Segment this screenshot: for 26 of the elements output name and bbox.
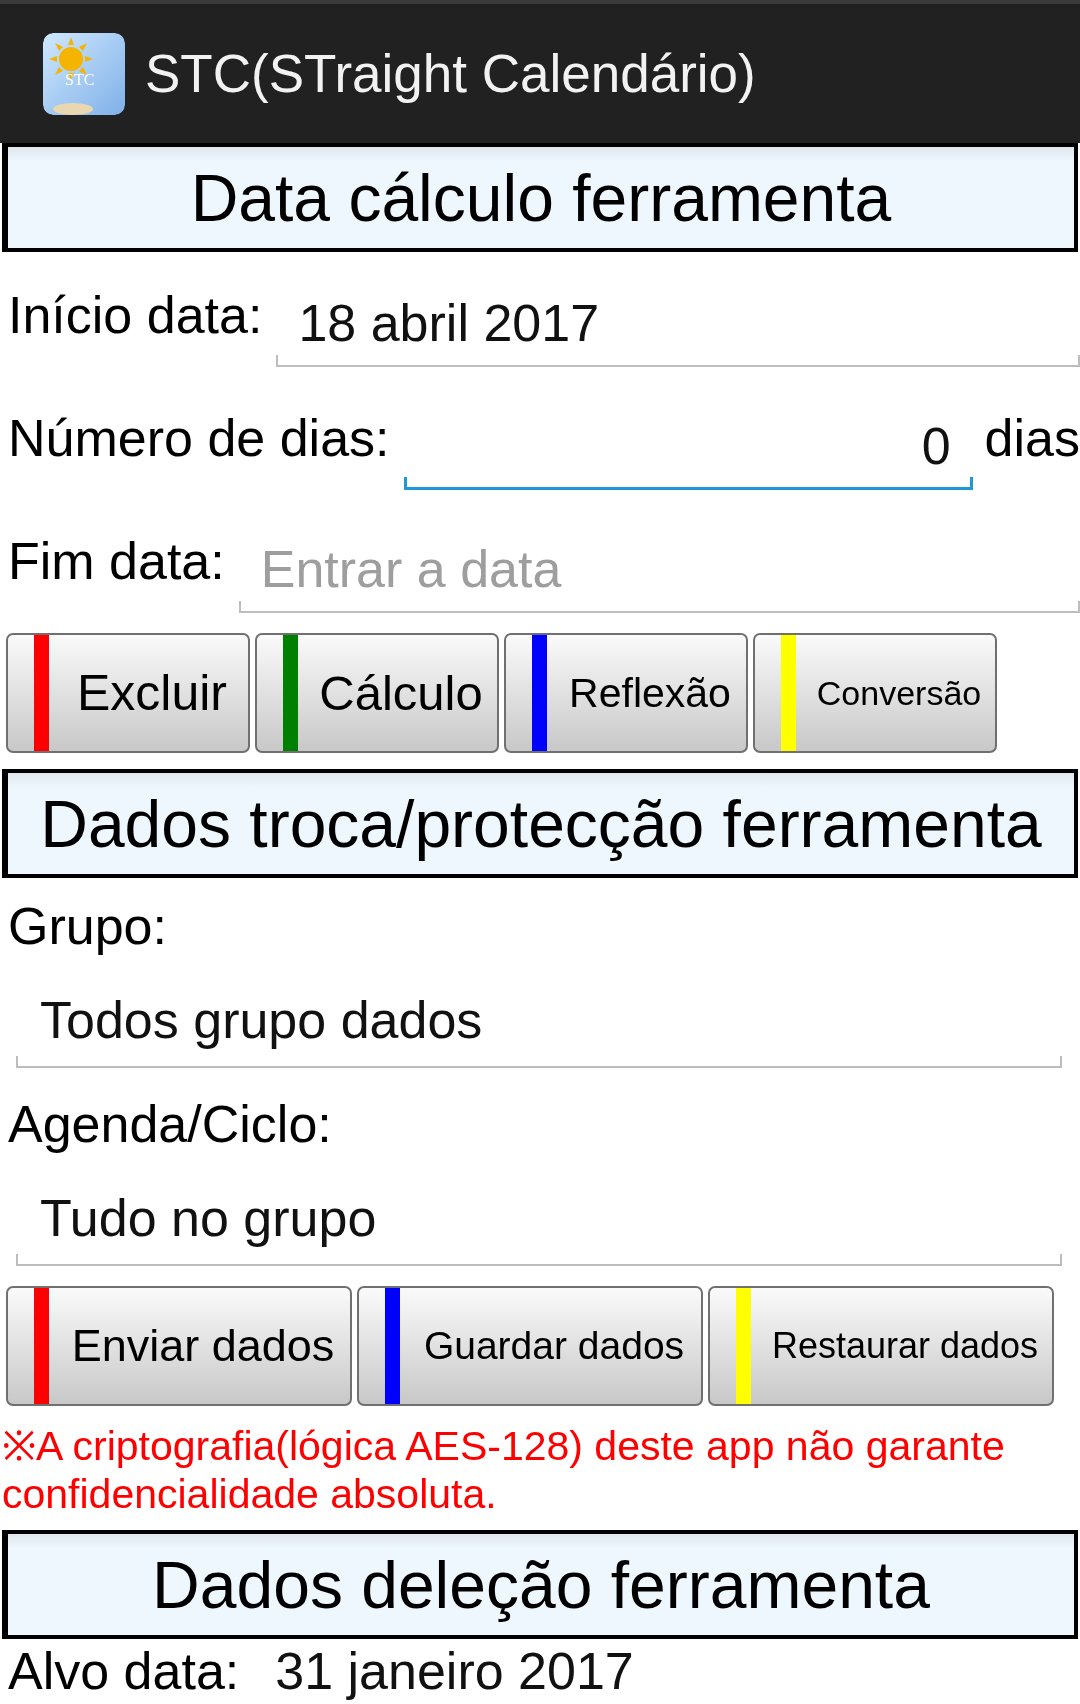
input-field[interactable]: 18 abril 2017 — [276, 281, 1080, 367]
action-button[interactable]: Excluir — [6, 633, 250, 753]
field-label: Início data: — [8, 285, 263, 346]
input-field[interactable]: 0 — [403, 404, 973, 490]
section-header: Data cálculo ferramenta — [2, 143, 1078, 252]
action-button[interactable]: Cálculo — [255, 633, 499, 753]
action-button[interactable]: Enviar dados — [6, 1286, 352, 1406]
logo-text: STC — [65, 70, 95, 89]
field-label: Grupo: — [8, 896, 168, 957]
field-label: Fim data: — [8, 531, 225, 592]
action-button[interactable]: Restaurar dados — [708, 1286, 1054, 1406]
action-button[interactable]: Reflexão — [504, 633, 748, 753]
dropdown-field[interactable]: Tudo no grupo — [16, 1172, 1062, 1266]
field-label: Alvo data: — [8, 1641, 240, 1701]
unit-label: dias — [983, 408, 1080, 469]
input-field[interactable]: 31 janeiro 2017 — [253, 1641, 1080, 1701]
field-label: Agenda/Ciclo: — [8, 1094, 333, 1155]
action-button[interactable]: Conversão — [753, 633, 997, 753]
field-label: Número de dias: — [8, 408, 390, 469]
section-header: Dados troca/protecção ferramenta — [2, 769, 1078, 878]
app-title: STC(STraight Calendário) — [145, 43, 756, 104]
app-icon — [43, 32, 125, 115]
warning-text: ※A criptografia(lógica AES-128) deste app não garante confidencialidade absoluta. — [2, 1422, 1006, 1518]
dropdown-field[interactable]: Todos grupo dados — [16, 974, 1062, 1068]
section-header: Dados deleção ferramenta — [2, 1530, 1078, 1639]
action-button[interactable]: Guardar dados — [357, 1286, 703, 1406]
